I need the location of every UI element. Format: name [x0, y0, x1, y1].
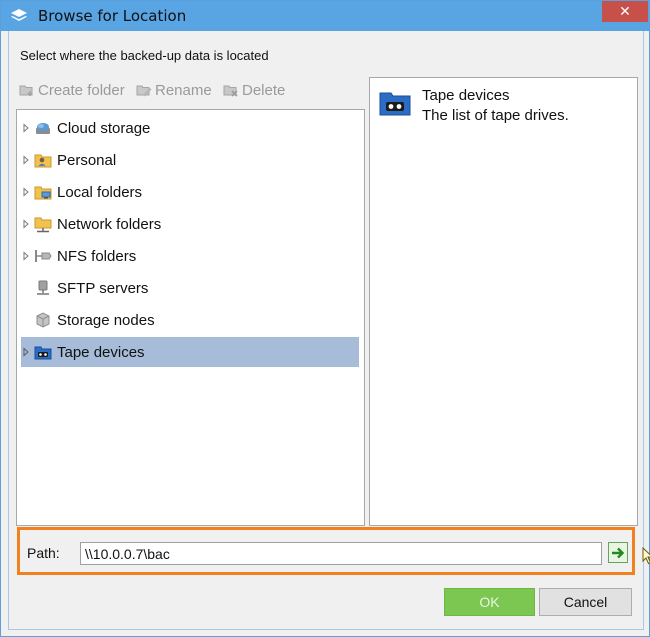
cloud-icon [36, 123, 50, 134]
tape-device-icon [34, 346, 52, 360]
location-tree[interactable]: Cloud storage Personal Local folders Net… [16, 109, 365, 526]
create-folder-icon [19, 85, 33, 96]
go-button[interactable] [608, 542, 628, 563]
app-layers-icon [11, 9, 27, 21]
tree-item-personal[interactable]: Personal [21, 145, 359, 175]
tree-item-label: Tape devices [57, 343, 145, 361]
delete-button[interactable]: Delete [223, 80, 285, 100]
ok-button[interactable]: OK [444, 588, 535, 616]
cancel-button[interactable]: Cancel [539, 588, 632, 616]
tree-item-sftp-servers[interactable]: SFTP servers [21, 273, 359, 303]
local-folder-icon [34, 186, 52, 200]
expand-arrow-icon[interactable] [21, 251, 31, 261]
path-input[interactable] [80, 542, 602, 565]
create-folder-button[interactable]: Create folder [19, 80, 125, 100]
expand-arrow-icon[interactable] [21, 347, 31, 357]
details-pane: Tape devices The list of tape drives. [369, 77, 638, 526]
tree-item-label: Storage nodes [57, 311, 155, 329]
window-title: Browse for Location [38, 7, 187, 25]
create-folder-label: Create folder [38, 81, 125, 99]
close-button[interactable]: ✕ [602, 1, 648, 22]
details-title: Tape devices [422, 87, 510, 104]
expand-arrow-icon[interactable] [21, 187, 31, 197]
sftp-server-icon [37, 280, 49, 295]
tree-item-label: Cloud storage [57, 119, 151, 137]
delete-icon [223, 85, 238, 97]
network-folder-icon [34, 217, 52, 233]
expand-arrow-icon[interactable] [21, 219, 31, 229]
nfs-icon [35, 250, 52, 262]
tree-item-network-folders[interactable]: Network folders [21, 209, 359, 239]
path-label: Path: [27, 545, 60, 561]
close-icon: ✕ [619, 3, 631, 19]
expand-arrow-icon[interactable] [21, 123, 31, 133]
tree-item-tape-devices[interactable]: Tape devices [21, 337, 359, 367]
rename-icon [136, 85, 152, 97]
details-description: The list of tape drives. [422, 107, 569, 124]
rename-label: Rename [155, 81, 212, 99]
personal-folder-icon [34, 154, 52, 168]
tree-item-label: Personal [57, 151, 117, 169]
tree-item-label: Local folders [57, 183, 143, 201]
mouse-cursor-icon [642, 547, 650, 565]
tree-item-label: SFTP servers [57, 279, 149, 297]
browse-dialog: Browse for Location ✕ Select where the b… [0, 0, 650, 637]
dialog-subtitle: Select where the backed-up data is locat… [20, 48, 269, 63]
tape-device-icon [379, 92, 411, 116]
tree-item-local-folders[interactable]: Local folders [21, 177, 359, 207]
title-bar[interactable]: Browse for Location ✕ [1, 1, 649, 31]
tree-item-cloud-storage[interactable]: Cloud storage [21, 113, 359, 143]
rename-button[interactable]: Rename [136, 80, 212, 100]
delete-label: Delete [242, 81, 286, 99]
dialog-body: Select where the backed-up data is locat… [8, 31, 650, 630]
tree-item-label: NFS folders [57, 247, 137, 265]
arrow-right-icon [612, 547, 625, 559]
expand-arrow-icon[interactable] [21, 155, 31, 165]
tree-item-label: Network folders [57, 215, 162, 233]
tree-item-nfs-folders[interactable]: NFS folders [21, 241, 359, 271]
storage-node-icon [36, 312, 50, 328]
tree-item-storage-nodes[interactable]: Storage nodes [21, 305, 359, 335]
